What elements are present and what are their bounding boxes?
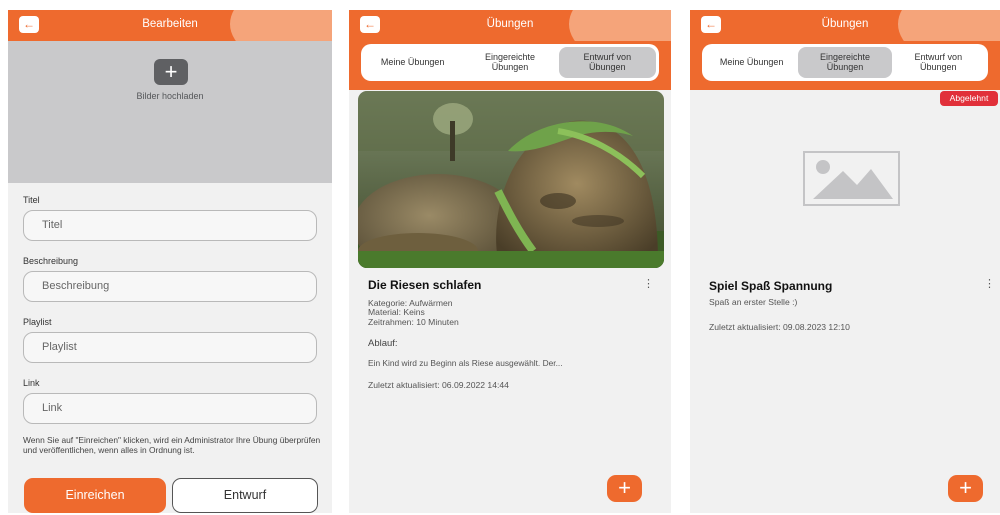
exercises-screen-submitted: ← Übungen Meine Übungen Eingereichte Übu…	[690, 10, 1000, 513]
tab-bar: Meine Übungen Eingereichte Übungen Entwu…	[349, 41, 671, 90]
exercise-list: Die Riesen schlafen ⋮ Kategorie: Aufwärm…	[349, 90, 671, 513]
edit-screen: ← Bearbeiten + Bilder hochladen Titel Ti…	[8, 10, 332, 513]
add-exercise-button[interactable]: +	[948, 475, 983, 502]
back-arrow-icon[interactable]: ←	[701, 16, 721, 33]
segmented-tabs: Meine Übungen Eingereichte Übungen Entwu…	[361, 44, 659, 81]
back-arrow-icon[interactable]: ←	[360, 16, 380, 33]
image-placeholder-icon	[803, 151, 900, 206]
exercise-meta: Kategorie: Aufwärmen Material: Keins Zei…	[368, 298, 459, 327]
exercise-image[interactable]	[358, 91, 664, 268]
timeframe-text: Zeitrahmen: 10 Minuten	[368, 316, 459, 327]
procedure-text: Ein Kind wird zu Beginn als Riese ausgew…	[368, 358, 563, 368]
tab-draft-exercises[interactable]: Entwurf von Übungen	[558, 47, 656, 78]
submit-button[interactable]: Einreichen	[24, 478, 166, 513]
app-header: ← Übungen	[349, 10, 671, 41]
image-placeholder-graphic	[813, 160, 893, 199]
more-options-icon[interactable]: ⋮	[984, 279, 995, 290]
description-input[interactable]: Beschreibung	[23, 271, 317, 302]
add-exercise-button[interactable]: +	[607, 475, 642, 502]
link-input[interactable]: Link	[23, 393, 317, 424]
app-header: ← Übungen	[690, 10, 1000, 41]
image-upload-area[interactable]: + Bilder hochladen	[8, 41, 332, 183]
tab-my-exercises[interactable]: Meine Übungen	[364, 47, 461, 78]
exercise-title: Spiel Spaß Spannung	[709, 279, 833, 293]
title-input[interactable]: Titel	[23, 210, 317, 241]
upload-label: Bilder hochladen	[136, 91, 204, 101]
segmented-tabs: Meine Übungen Eingereichte Übungen Entwu…	[702, 44, 988, 81]
tab-my-exercises[interactable]: Meine Übungen	[705, 47, 798, 78]
more-options-icon[interactable]: ⋮	[643, 279, 654, 290]
exercises-screen-drafts: ← Übungen Meine Übungen Eingereichte Übu…	[349, 10, 671, 513]
exercise-title: Die Riesen schlafen	[368, 278, 482, 292]
tab-draft-exercises[interactable]: Entwurf von Übungen	[892, 47, 985, 78]
submission-note: Wenn Sie auf "Einreichen" klicken, wird …	[23, 435, 321, 455]
procedure-label: Ablauf:	[368, 338, 398, 349]
tab-submitted-exercises[interactable]: Eingereichte Übungen	[798, 47, 892, 78]
title-label: Titel	[23, 195, 40, 205]
last-updated: Zuletzt aktualisiert: 06.09.2022 14:44	[368, 380, 509, 390]
link-label: Link	[23, 378, 40, 388]
exercise-list: Abgelehnt Spiel Spaß Spannung ⋮ Spaß an …	[690, 90, 1000, 513]
playlist-input[interactable]: Playlist	[23, 332, 317, 363]
header-title: Bearbeiten	[142, 18, 198, 30]
rejected-badge: Abgelehnt	[940, 91, 998, 106]
back-arrow-icon[interactable]: ←	[19, 16, 39, 33]
tab-bar: Meine Übungen Eingereichte Übungen Entwu…	[690, 41, 1000, 90]
add-image-button[interactable]: +	[154, 59, 188, 85]
tab-submitted-exercises[interactable]: Eingereichte Übungen	[461, 47, 558, 78]
last-updated: Zuletzt aktualisiert: 09.08.2023 12:10	[709, 322, 850, 332]
exercise-subtitle: Spaß an erster Stelle :)	[709, 297, 798, 307]
playlist-label: Playlist	[23, 317, 52, 327]
header-title: Übungen	[821, 18, 869, 30]
app-header: ← Bearbeiten	[8, 10, 332, 41]
rock-forest-photo	[358, 91, 664, 268]
draft-button[interactable]: Entwurf	[172, 478, 318, 513]
description-label: Beschreibung	[23, 256, 79, 266]
header-title: Übungen	[486, 18, 534, 30]
